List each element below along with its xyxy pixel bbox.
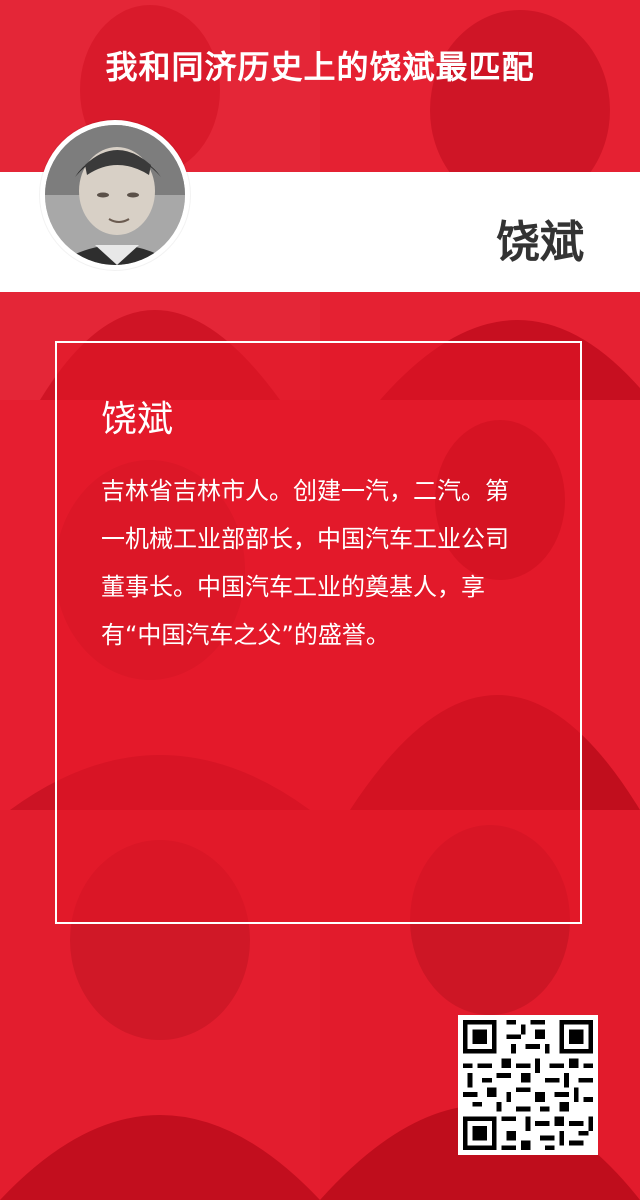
avatar-photo [45,125,185,265]
card-name: 饶斌 [101,399,174,440]
avatar [40,120,190,270]
info-card: 饶斌 吉林省吉林市人。创建一汽，二汽。第一机械工业部部长，中国汽车工业公司董事长… [55,341,582,924]
page-title: 我和同济历史上的饶斌最匹配 [105,48,535,86]
card-description: 吉林省吉林市人。创建一汽，二汽。第一机械工业部部长，中国汽车工业公司董事长。中国… [101,477,509,649]
qr-code-icon [458,1015,598,1155]
banner-name: 饶斌 [496,217,584,268]
